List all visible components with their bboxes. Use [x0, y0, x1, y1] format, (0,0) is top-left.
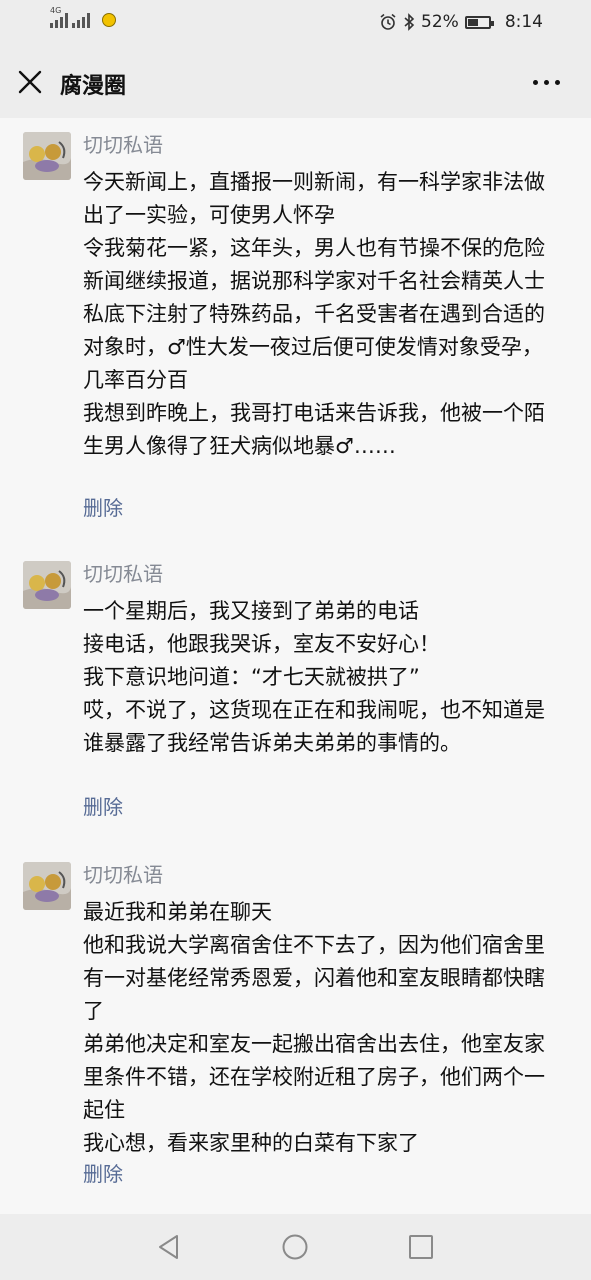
status-right: 52% 8:14 [379, 12, 543, 32]
back-triangle-icon [159, 1235, 178, 1259]
close-icon [18, 70, 42, 94]
post-author[interactable]: 切切私语 [83, 561, 163, 587]
recents-button[interactable] [407, 1233, 435, 1261]
post-line: 最近我和弟弟在聊天 [83, 900, 272, 924]
post-line: 我下意识地问道：“才七天就被拱了” [83, 665, 420, 689]
post-line: 我想到昨晚上，我哥打电话来告诉我，他被一个陌生男人像得了狂犬病似地暴♂…… [83, 401, 545, 458]
post-line: 今天新闻上，直播报一则新闹，有一科学家非法做出了一实验，可使男人怀孕 [83, 170, 545, 227]
delete-button[interactable]: 删除 [83, 492, 123, 521]
status-left: 4G [50, 6, 116, 28]
battery-percent: 52% [421, 12, 459, 32]
cellular-signal-icon: 4G [50, 6, 68, 28]
battery-icon [464, 15, 494, 29]
system-nav-bar [0, 1214, 591, 1280]
more-options-button[interactable] [533, 70, 565, 94]
post-line: 哎，不说了，这货现在正在和我闹呢，也不知道是谁暴露了我经常告诉弟夫弟弟的事情的。 [83, 698, 545, 755]
network-type-label: 4G [50, 6, 62, 15]
back-button[interactable] [155, 1233, 183, 1261]
delete-button[interactable]: 删除 [83, 1158, 123, 1187]
recents-square-icon [409, 1235, 433, 1259]
post-text: 今天新闻上，直播报一则新闹，有一科学家非法做出了一实验，可使男人怀孕 令我菊花一… [83, 166, 553, 463]
bluetooth-icon [404, 13, 415, 31]
close-button[interactable] [14, 66, 46, 98]
post-line: 一个星期后，我又接到了弟弟的电话 [83, 599, 419, 623]
post-line: 他和我说大学离宿舍住不下去了，因为他们宿舍里有一对基佬经常秀恩爱，闪着他和室友眼… [83, 933, 545, 1023]
post-line: 新闻继续报道，据说那科学家对千名社会精英人士私底下注射了特殊药品，千名受害者在遇… [83, 269, 545, 392]
post-list: 切切私语 今天新闻上，直播报一则新闹，有一科学家非法做出了一实验，可使男人怀孕 … [0, 118, 591, 1214]
more-icon [533, 79, 560, 85]
status-bar: 4G 52% 8:14 [0, 0, 591, 46]
cellular-signal-2-icon [72, 12, 90, 28]
page-title: 腐漫圈 [60, 74, 127, 99]
post-line: 弟弟他决定和室友一起搬出宿舍出去住，他室友家里条件不错，还在学校附近租了房子，他… [83, 1032, 545, 1122]
alarm-icon [380, 13, 396, 30]
avatar[interactable] [23, 132, 71, 180]
post-line: 我心想，看来家里种的白菜有下家了 [83, 1131, 419, 1155]
avatar[interactable] [23, 561, 71, 609]
app-notification-icon [102, 13, 116, 27]
home-circle-icon [282, 1234, 308, 1260]
avatar-image-icon [23, 862, 71, 910]
avatar[interactable] [23, 862, 71, 910]
delete-button[interactable]: 删除 [83, 791, 123, 820]
post-text: 最近我和弟弟在聊天 他和我说大学离宿舍住不下去了，因为他们宿舍里有一对基佬经常秀… [83, 896, 553, 1160]
avatar-image-icon [23, 132, 71, 180]
post-text: 一个星期后，我又接到了弟弟的电话 接电话，他跟我哭诉，室友不安好心！ 我下意识地… [83, 595, 553, 760]
home-button[interactable] [281, 1233, 309, 1261]
post-line: 令我菊花一紧，这年头，男人也有节操不保的危险 [83, 236, 545, 260]
avatar-image-icon [23, 561, 71, 609]
post-line: 接电话，他跟我哭诉，室友不安好心！ [83, 632, 440, 656]
post-author[interactable]: 切切私语 [83, 132, 163, 158]
post-author[interactable]: 切切私语 [83, 862, 163, 888]
title-bar: 腐漫圈 [0, 46, 591, 118]
clock: 8:14 [504, 12, 543, 32]
